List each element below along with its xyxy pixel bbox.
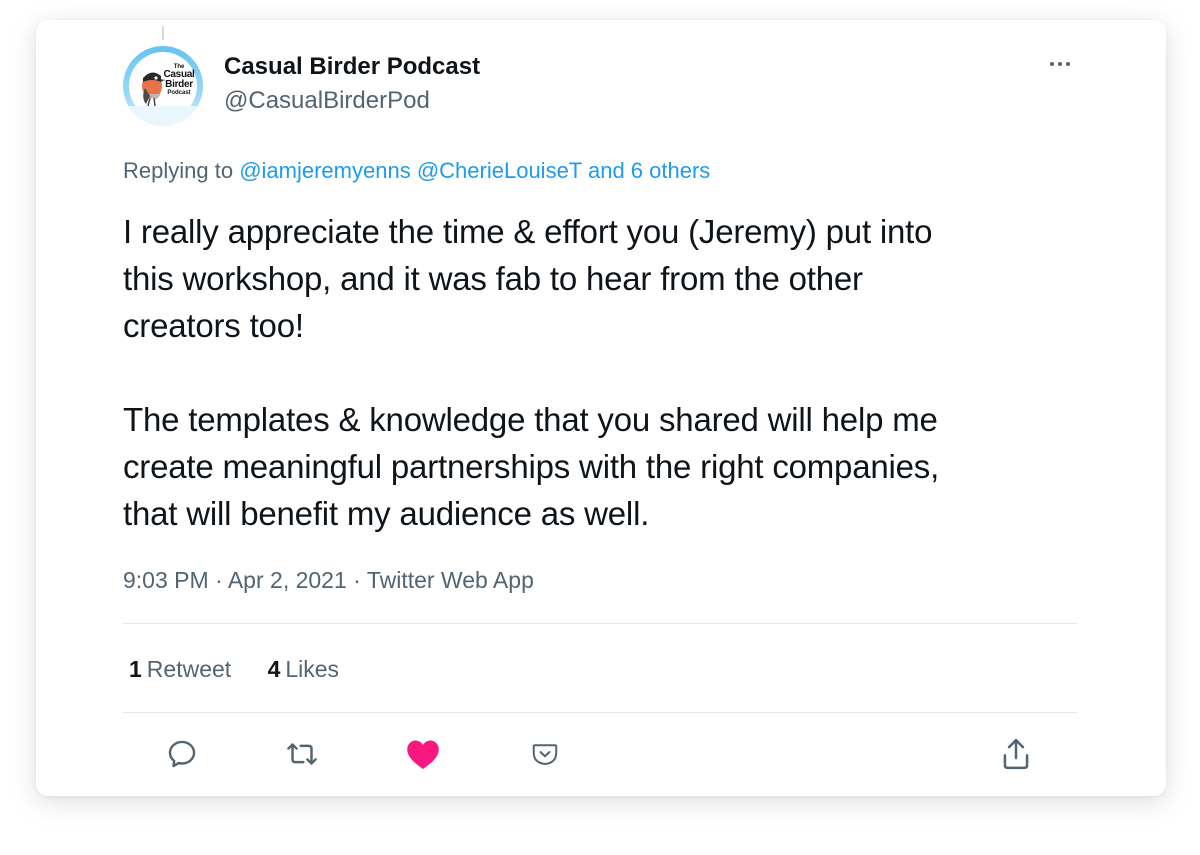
avatar-cloud xyxy=(123,106,203,126)
retweet-button[interactable] xyxy=(280,732,324,776)
tweet-source[interactable]: Twitter Web App xyxy=(367,567,534,593)
author-handle[interactable]: @CasualBirderPod xyxy=(224,87,430,115)
thread-line xyxy=(162,26,164,40)
avatar-text-line3: Birder xyxy=(165,79,193,90)
pocket-button[interactable] xyxy=(523,732,567,776)
likes-label: Likes xyxy=(285,656,340,682)
retweets-count: 1 xyxy=(129,656,142,682)
meta-separator: · xyxy=(215,567,223,593)
like-button[interactable] xyxy=(401,732,445,776)
divider xyxy=(123,712,1077,713)
retweets-label: Retweet xyxy=(146,656,232,682)
share-icon xyxy=(1003,738,1029,770)
meta-separator: · xyxy=(353,567,361,593)
author-display-name[interactable]: Casual Birder Podcast xyxy=(224,53,480,81)
more-dot-icon xyxy=(1050,62,1054,66)
tweet-text: I really appreciate the time & effort yo… xyxy=(123,213,940,532)
retweet-icon xyxy=(287,743,317,765)
likes-count: 4 xyxy=(267,656,281,682)
more-dot-icon xyxy=(1066,62,1070,66)
avatar-text-line4: Podcast xyxy=(167,90,191,96)
divider xyxy=(123,623,1077,624)
share-button[interactable] xyxy=(994,732,1038,776)
pocket-icon xyxy=(532,744,558,765)
avatar-logo-text: The Casual Birder Podcast xyxy=(162,64,196,96)
tweet-date[interactable]: Apr 2, 2021 xyxy=(228,567,347,593)
more-dot-icon xyxy=(1058,62,1062,66)
tweet-meta: 9:03 PM · Apr 2, 2021 · Twitter Web App xyxy=(123,567,534,594)
others-link[interactable]: and 6 others xyxy=(588,158,710,183)
avatar[interactable]: The Casual Birder Podcast xyxy=(123,46,203,126)
retweets-stat[interactable]: 1 Retweet xyxy=(129,656,231,683)
more-options-button[interactable] xyxy=(1042,48,1078,80)
reply-button[interactable] xyxy=(160,732,204,776)
replying-to: Replying to @iamjeremyenns @CherieLouise… xyxy=(123,158,710,184)
reply-icon xyxy=(168,740,196,768)
likes-stat[interactable]: 4 Likes xyxy=(268,656,340,683)
heart-icon xyxy=(407,740,439,769)
tweet-stats: 1 Retweet 4 Likes xyxy=(129,656,369,683)
mention-link-1[interactable]: @iamjeremyenns xyxy=(239,158,411,183)
replying-to-label: Replying to xyxy=(123,158,234,183)
mention-link-2[interactable]: @CherieLouiseT xyxy=(417,158,582,183)
tweet-card: The Casual Birder Podcast Casual Birder … xyxy=(36,20,1166,796)
tweet-time[interactable]: 9:03 PM xyxy=(123,567,209,593)
